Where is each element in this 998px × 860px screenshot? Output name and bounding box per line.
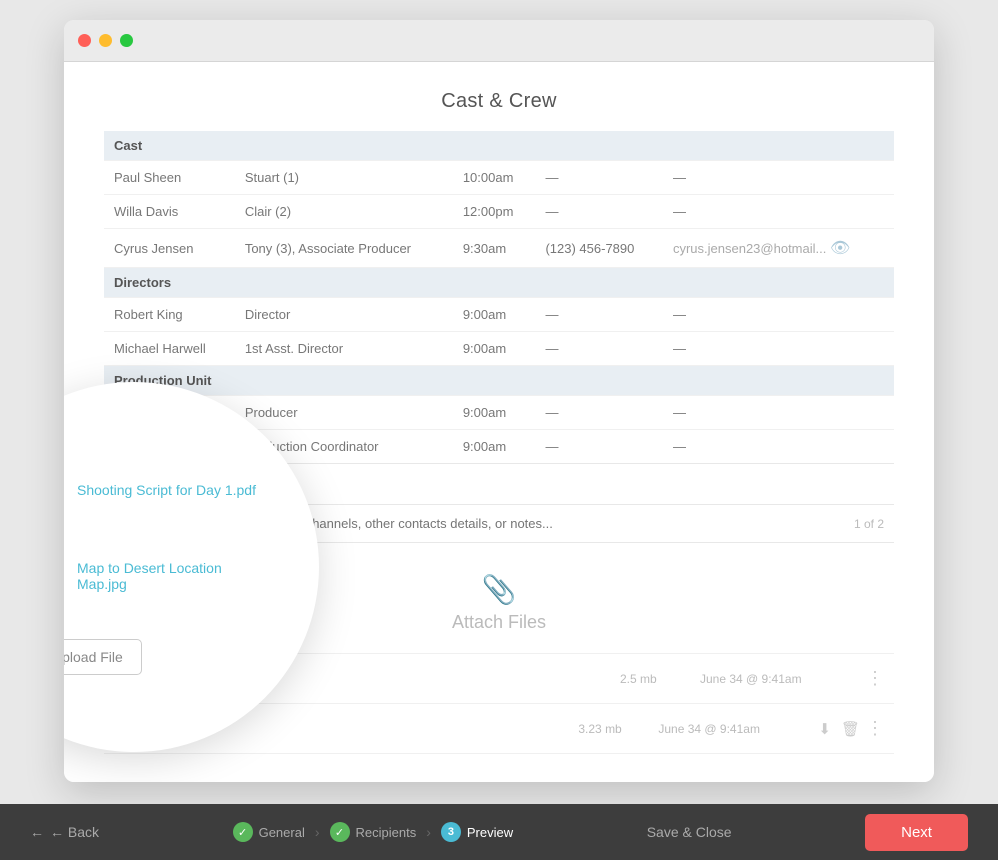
file-actions-2: ⬇ 🗑 <box>818 720 860 738</box>
member-time: 9:00am <box>453 430 536 464</box>
member-time: 9:00am <box>453 396 536 430</box>
table-row: Cyrus Jensen Tony (3), Associate Produce… <box>104 229 894 268</box>
table-row: Robert King Director 9:00am — — <box>104 298 894 332</box>
steps-container: ✓ General › ✓ Recipients › 3 Preview <box>233 822 514 842</box>
member-role: Producer <box>235 396 453 430</box>
member-name: Willa Davis <box>104 195 235 229</box>
member-name: Paul Sheen <box>104 161 235 195</box>
member-phone: — <box>535 430 663 464</box>
step-recipients-check: ✓ <box>330 822 350 842</box>
back-label: ← Back <box>50 824 99 840</box>
delete-icon[interactable]: 🗑 <box>841 720 860 738</box>
table-row: Willa Davis Clair (2) 12:00pm — — <box>104 195 894 229</box>
browser-toolbar <box>64 20 934 62</box>
minimize-window-btn[interactable] <box>99 34 112 47</box>
member-role: 1st Asst. Director <box>235 332 453 366</box>
next-label: Next <box>901 824 932 841</box>
member-role: Stuart (1) <box>235 161 453 195</box>
step-general-check: ✓ <box>233 822 253 842</box>
back-arrow-icon: ← <box>30 824 44 840</box>
overlay-file-pdf: PDF Shooting Script for Day 1.pdf <box>64 459 256 521</box>
file-more-1[interactable]: ⋮ <box>866 668 884 689</box>
overlay-jpg-name[interactable]: Map to Desert Location Map.jpg <box>77 560 269 592</box>
member-phone: — <box>535 298 663 332</box>
file-date-2: June 34 @ 9:41am <box>658 722 818 736</box>
close-window-btn[interactable] <box>78 34 91 47</box>
page-indicator: 1 of 2 <box>854 517 884 531</box>
member-role: Tony (3), Associate Producer <box>235 229 453 268</box>
file-more-2[interactable]: ⋮ <box>866 718 884 739</box>
member-name: Robert King <box>104 298 235 332</box>
view-email-icon[interactable]: 👁 <box>830 240 850 257</box>
file-date-1: June 34 @ 9:41am <box>700 672 860 686</box>
download-icon[interactable]: ⬇ <box>818 720 831 738</box>
back-button[interactable]: ← ← Back <box>30 824 99 840</box>
save-close-button[interactable]: Save & Close <box>647 824 732 840</box>
member-email: cyrus.jensen23@hotmail... 👁 <box>663 229 894 268</box>
member-email: — <box>663 332 894 366</box>
member-name: Cyrus Jensen <box>104 229 235 268</box>
production-group-header: Production Unit <box>104 366 894 396</box>
member-email: — <box>663 396 894 430</box>
table-row: Michael Harwell 1st Asst. Director 9:00a… <box>104 332 894 366</box>
member-time: 9:30am <box>453 229 536 268</box>
member-time: 12:00pm <box>453 195 536 229</box>
member-role: Director <box>235 298 453 332</box>
file-size-2: 3.23 mb <box>578 722 658 736</box>
overlay-file-jpg: JPG Map to Desert Location Map.jpg <box>64 545 269 607</box>
member-phone: — <box>535 396 663 430</box>
maximize-window-btn[interactable] <box>120 34 133 47</box>
step-preview-number: 3 <box>441 822 461 842</box>
cast-crew-title: Cast & Crew <box>104 90 894 113</box>
directors-group-header: Directors <box>104 268 894 298</box>
chevron-icon-2: › <box>426 824 431 840</box>
chevron-icon-1: › <box>315 824 320 840</box>
member-email: — <box>663 195 894 229</box>
member-name: Michael Harwell <box>104 332 235 366</box>
member-time: 9:00am <box>453 332 536 366</box>
next-button[interactable]: Next <box>865 814 968 851</box>
step-general: ✓ General <box>233 822 305 842</box>
save-close-label: Save & Close <box>647 824 732 840</box>
member-time: 9:00am <box>453 298 536 332</box>
member-phone: — <box>535 161 663 195</box>
step-recipients: ✓ Recipients <box>330 822 417 842</box>
table-row: Paul Sheen Stuart (1) 10:00am — — <box>104 161 894 195</box>
overlay-pdf-name[interactable]: Shooting Script for Day 1.pdf <box>77 482 256 498</box>
member-email: — <box>663 161 894 195</box>
member-role: Clair (2) <box>235 195 453 229</box>
member-phone: — <box>535 332 663 366</box>
step-preview: 3 Preview <box>441 822 513 842</box>
step-recipients-label: Recipients <box>356 825 417 840</box>
member-phone: — <box>535 195 663 229</box>
browser-content: Cast & Crew Cast Paul Sheen Stuart (1) 1… <box>64 62 934 782</box>
upload-file-label: Upload File <box>64 649 123 665</box>
file-size-1: 2.5 mb <box>620 672 700 686</box>
member-time: 10:00am <box>453 161 536 195</box>
browser-window: Cast & Crew Cast Paul Sheen Stuart (1) 1… <box>64 20 934 782</box>
step-general-label: General <box>259 825 305 840</box>
cast-group-header: Cast <box>104 131 894 161</box>
member-phone: (123) 456-7890 <box>535 229 663 268</box>
bottom-navigation-bar: ← ← Back ✓ General › ✓ Recipients › 3 Pr… <box>0 804 998 860</box>
upload-file-button[interactable]: Upload File <box>64 639 142 675</box>
member-email: — <box>663 298 894 332</box>
step-preview-label: Preview <box>467 825 513 840</box>
member-email: — <box>663 430 894 464</box>
